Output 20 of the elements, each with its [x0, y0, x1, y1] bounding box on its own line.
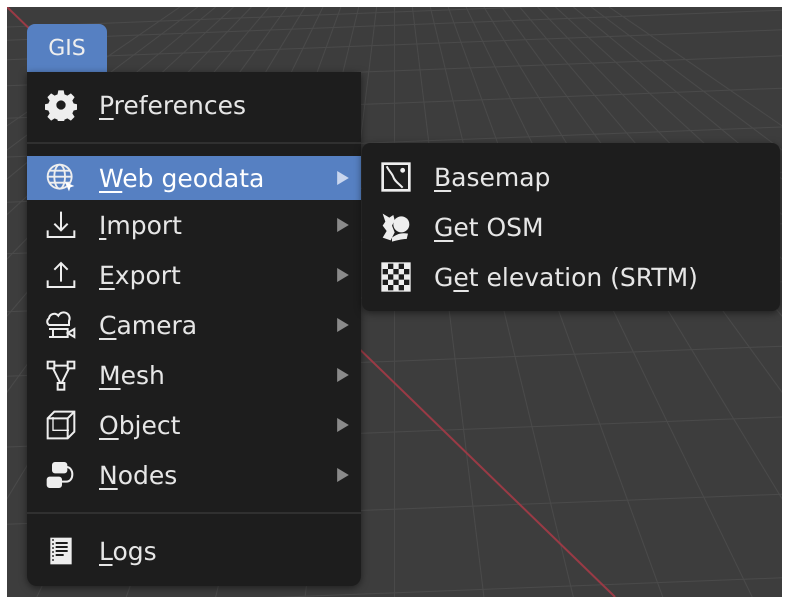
menu-item[interactable]: Export	[27, 250, 361, 300]
menu-item[interactable]: Camera	[27, 300, 361, 350]
menu-item[interactable]: Object	[27, 400, 361, 450]
menu-item[interactable]: Logs	[27, 526, 361, 576]
menu-item[interactable]: Nodes	[27, 450, 361, 500]
menu-item[interactable]: Get elevation (SRTM)	[362, 252, 780, 302]
cube-icon	[45, 409, 77, 441]
menu-item[interactable]: Basemap	[362, 152, 780, 202]
menu-item[interactable]: Web geodata	[27, 156, 361, 200]
menu-item[interactable]: Import	[27, 200, 361, 250]
menu-item[interactable]: Mesh	[27, 350, 361, 400]
camera-icon	[45, 309, 77, 341]
upload-icon	[45, 259, 77, 291]
map-icon	[380, 161, 412, 193]
menu-item[interactable]: Get OSM	[362, 202, 780, 252]
checkerboard-icon	[380, 261, 412, 293]
menu-item[interactable]: Preferences	[27, 80, 361, 130]
triangle-mesh-icon	[45, 359, 77, 391]
download-icon	[45, 209, 77, 241]
gear-icon	[45, 89, 77, 121]
